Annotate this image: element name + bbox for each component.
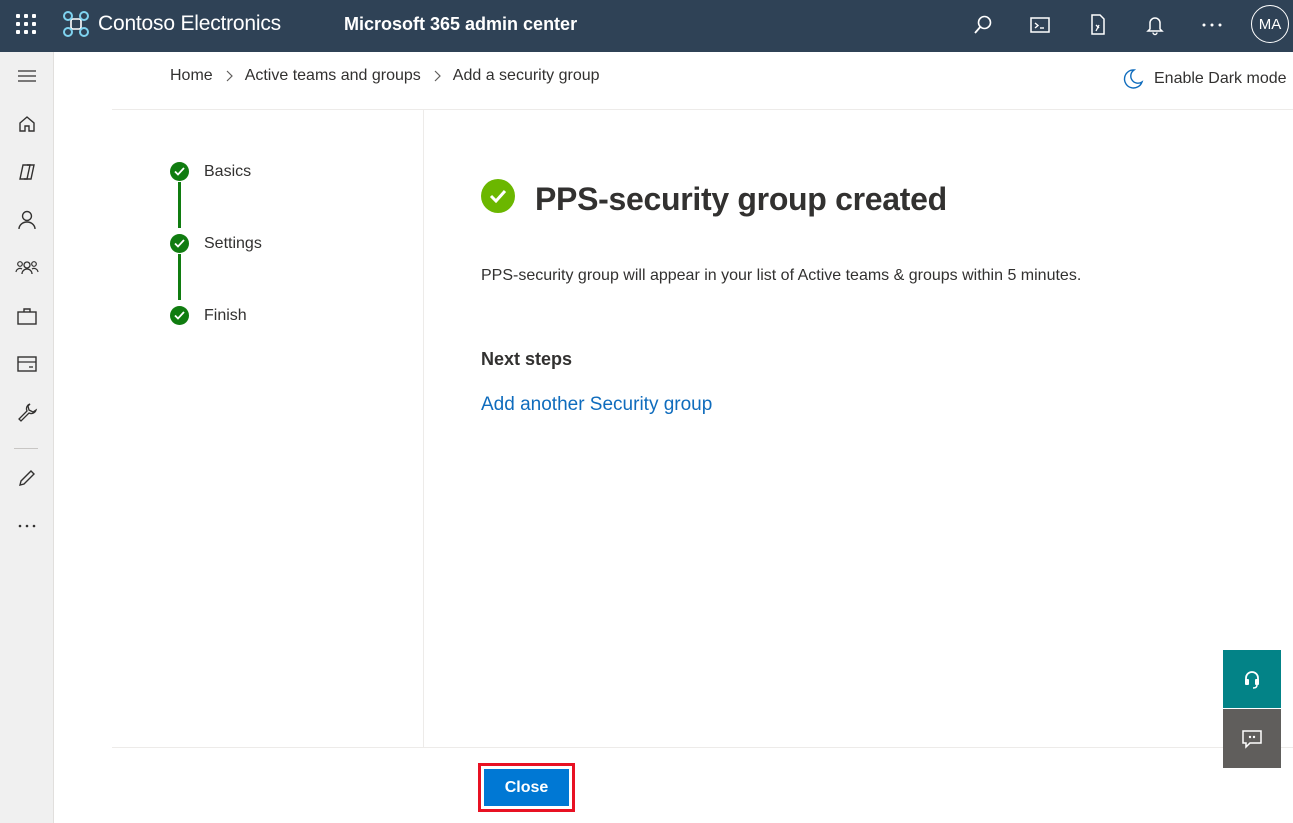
step-finish[interactable]: Finish (170, 306, 247, 325)
step-label: Settings (204, 234, 262, 252)
home-icon[interactable] (13, 110, 41, 138)
step-label: Basics (204, 162, 252, 180)
page-title: PPS-security group created (535, 181, 947, 217)
terminal-icon[interactable] (1025, 10, 1055, 40)
copilot-icon[interactable] (13, 158, 41, 186)
success-check-icon (481, 179, 515, 213)
org-name: Contoso Electronics (98, 12, 281, 35)
headset-icon (1245, 671, 1259, 689)
teams-groups-icon[interactable] (13, 254, 41, 282)
org-brand[interactable]: Contoso Electronics (62, 10, 281, 38)
top-bar: Contoso Electronics Microsoft 365 admin … (0, 0, 1293, 52)
roles-icon[interactable] (13, 302, 41, 330)
nav-rail (0, 52, 54, 823)
mobile-app-icon[interactable] (1083, 10, 1113, 40)
app-title: Microsoft 365 admin center (344, 14, 578, 34)
dark-mode-label: Enable Dark mode (1154, 70, 1287, 87)
customize-icon[interactable] (13, 464, 41, 492)
add-another-security-group-link[interactable]: Add another Security group (481, 392, 712, 418)
setup-icon[interactable] (13, 398, 41, 426)
header-divider (112, 109, 1293, 110)
checkmark-icon (170, 234, 189, 253)
success-description: PPS-security group will appear in your l… (481, 267, 1082, 284)
step-basics[interactable]: Basics (170, 162, 251, 181)
step-settings[interactable]: Settings (170, 234, 262, 253)
moon-icon (1123, 69, 1144, 89)
dark-mode-toggle[interactable]: Enable Dark mode (1122, 68, 1287, 90)
chat-feedback-icon (1242, 729, 1262, 749)
search-icon[interactable] (968, 10, 998, 40)
breadcrumb: Home Active teams and groups Add a secur… (170, 64, 600, 88)
step-label: Finish (204, 306, 247, 324)
users-icon[interactable] (13, 206, 41, 234)
panel-divider (423, 110, 424, 747)
billing-icon[interactable] (13, 350, 41, 378)
next-steps-heading: Next steps (481, 349, 573, 369)
step-connector (178, 182, 181, 228)
breadcrumb-home[interactable]: Home (170, 67, 213, 85)
more-icon[interactable] (13, 512, 41, 540)
more-options-icon[interactable] (1197, 10, 1227, 40)
checkmark-icon (170, 306, 189, 325)
app-launcher-icon[interactable] (14, 12, 38, 36)
notification-bell-icon[interactable] (1140, 10, 1170, 40)
chevron-right-icon (225, 70, 233, 82)
help-support-button[interactable] (1223, 650, 1281, 708)
step-connector (178, 254, 181, 300)
close-button[interactable]: Close (484, 769, 569, 806)
menu-icon[interactable] (13, 62, 41, 90)
footer-divider (112, 747, 1293, 748)
org-logo-icon (63, 11, 89, 37)
nav-separator (14, 448, 38, 449)
feedback-button[interactable] (1223, 709, 1281, 768)
user-avatar[interactable]: MA (1251, 5, 1289, 43)
checkmark-icon (170, 162, 189, 181)
breadcrumb-current: Add a security group (452, 67, 600, 84)
chevron-right-icon (433, 70, 441, 82)
breadcrumb-active-teams[interactable]: Active teams and groups (245, 67, 421, 85)
